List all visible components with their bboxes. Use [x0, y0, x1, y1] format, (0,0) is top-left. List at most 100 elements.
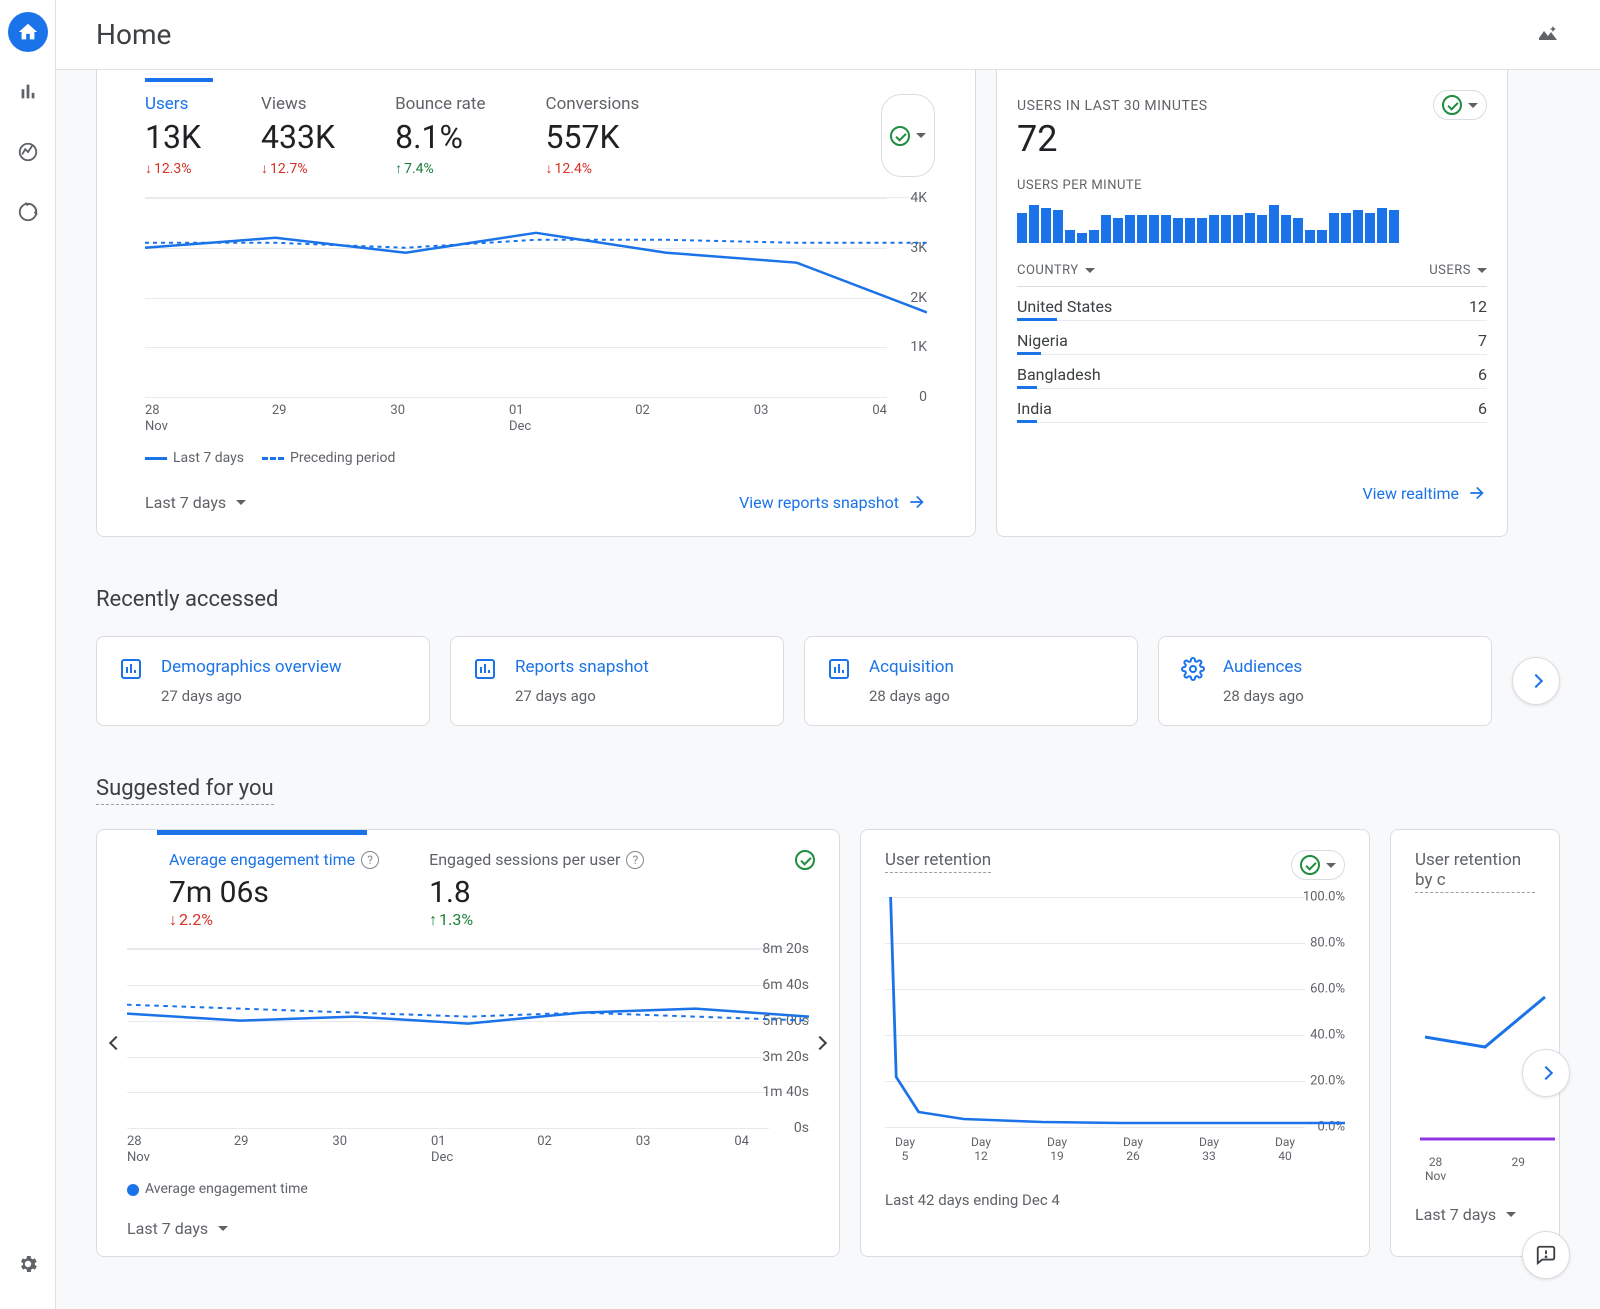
realtime-row[interactable]: Nigeria7 — [1017, 321, 1487, 355]
spark-bar — [1377, 208, 1387, 243]
retention2-chart — [1415, 917, 1535, 1147]
next-metric-button[interactable] — [815, 1038, 825, 1048]
spark-bar — [1281, 215, 1291, 243]
spark-bar — [1101, 215, 1111, 243]
spark-bar — [1053, 210, 1063, 243]
overview-x-axis: 28Nov 29 30 01Dec 02 03 04 — [145, 403, 927, 434]
realtime-title: USERS IN LAST 30 MINUTES — [1017, 98, 1208, 114]
overview-legend: Last 7 days Preceding period — [145, 450, 927, 466]
realtime-row[interactable]: United States12 — [1017, 287, 1487, 321]
realtime-row[interactable]: Bangladesh6 — [1017, 355, 1487, 389]
retention-footer: Last 42 days ending Dec 4 — [885, 1191, 1345, 1209]
feedback-icon — [1535, 1244, 1557, 1266]
check-icon — [890, 126, 910, 146]
caret-down-icon — [1085, 268, 1095, 273]
metric-bounce[interactable]: Bounce rate 8.1% ↑7.4% — [395, 94, 485, 177]
insights-button[interactable] — [1536, 21, 1560, 49]
insights-icon — [1536, 21, 1560, 45]
realtime-row[interactable]: India6 — [1017, 389, 1487, 423]
date-range-selector[interactable]: Last 7 days — [127, 1219, 228, 1238]
caret-down-icon — [236, 500, 246, 505]
bar-chart-icon — [17, 81, 39, 103]
recent-card[interactable]: Audiences28 days ago — [1158, 636, 1492, 726]
next-suggestion-button[interactable] — [1522, 1049, 1570, 1097]
arrow-right-icon — [907, 492, 927, 512]
caret-down-icon — [916, 133, 926, 138]
spark-bar — [1149, 215, 1159, 243]
nav-home[interactable] — [8, 12, 48, 52]
retention-chart: 100.0% 80.0% 60.0% 40.0% 20.0% 0.0% — [885, 897, 1345, 1127]
page-title: Home — [96, 18, 171, 51]
metric-conversions[interactable]: Conversions 557K ↓12.4% — [546, 94, 640, 177]
caret-down-icon — [1468, 103, 1478, 108]
realtime-card: USERS IN LAST 30 MINUTES 72 USERS PER MI… — [996, 70, 1508, 537]
card-status-menu[interactable] — [881, 94, 935, 177]
spark-bar — [1341, 213, 1351, 243]
bar-chart-icon — [827, 657, 851, 681]
spark-bar — [1089, 230, 1099, 243]
spark-bar — [1185, 218, 1195, 243]
spark-bar — [1065, 230, 1075, 243]
spark-bar — [1029, 205, 1039, 243]
retention-by-cohort-card: User retention by c 28Nov 29 Last 7 da — [1390, 829, 1560, 1257]
caret-down-icon — [1326, 863, 1336, 868]
view-realtime-link[interactable]: View realtime — [1017, 483, 1487, 503]
spark-bar — [1125, 215, 1135, 243]
bar-chart-icon — [119, 657, 143, 681]
recent-card[interactable]: Acquisition28 days ago — [804, 636, 1138, 726]
active-tab-indicator — [145, 78, 213, 82]
realtime-subtitle: USERS PER MINUTE — [1017, 178, 1487, 193]
spark-bar — [1041, 208, 1051, 243]
spark-bar — [1389, 210, 1399, 243]
spark-bar — [1113, 218, 1123, 243]
caret-down-icon — [218, 1226, 228, 1231]
users-sort[interactable]: USERS — [1429, 263, 1487, 278]
check-icon — [795, 850, 815, 870]
nav-advertising[interactable] — [8, 192, 48, 232]
metric-avg-engagement[interactable]: Average engagement time? 7m 06s ↓2.2% — [169, 850, 379, 930]
spark-bar — [1293, 218, 1303, 243]
metric-users[interactable]: Users 13K ↓12.3% — [145, 94, 201, 177]
metric-views[interactable]: Views 433K ↓12.7% — [261, 94, 335, 177]
prev-metric-button[interactable] — [111, 1038, 121, 1048]
realtime-status-menu[interactable] — [1433, 90, 1487, 120]
nav-reports[interactable] — [8, 72, 48, 112]
check-icon — [1300, 855, 1320, 875]
retention-status-menu[interactable] — [1291, 850, 1345, 880]
spark-bar — [1245, 213, 1255, 243]
chevron-right-icon — [1529, 674, 1543, 688]
nav-settings[interactable] — [17, 1253, 39, 1279]
spark-bar — [1305, 230, 1315, 243]
view-reports-snapshot-link[interactable]: View reports snapshot — [739, 492, 927, 512]
recent-card[interactable]: Demographics overview27 days ago — [96, 636, 430, 726]
retention-card: User retention 100.0% 80.0% 60.0% 40.0% … — [860, 829, 1370, 1257]
bar-chart-icon — [473, 657, 497, 681]
country-sort[interactable]: COUNTRY — [1017, 263, 1095, 278]
spark-bar — [1197, 218, 1207, 243]
engagement-chart: 8m 20s 6m 40s 5m 00s 3m 20s 1m 40s 0s — [127, 948, 809, 1128]
date-range-selector[interactable]: Last 7 days — [1415, 1205, 1516, 1224]
recent-next-button[interactable] — [1512, 657, 1560, 705]
recently-accessed-heading: Recently accessed — [96, 587, 1560, 612]
users-per-minute-chart — [1017, 203, 1487, 243]
engagement-card: Average engagement time? 7m 06s ↓2.2% En… — [96, 829, 840, 1257]
active-tab-indicator — [157, 830, 367, 835]
help-icon[interactable]: ? — [626, 851, 644, 869]
spark-bar — [1209, 215, 1219, 243]
arrow-right-icon — [1467, 483, 1487, 503]
date-range-selector[interactable]: Last 7 days — [145, 493, 246, 512]
spark-bar — [1137, 215, 1147, 243]
spark-bar — [1365, 213, 1375, 243]
spark-bar — [1233, 215, 1243, 243]
realtime-value: 72 — [1017, 118, 1208, 160]
metric-engaged-sessions[interactable]: Engaged sessions per user? 1.8 ↑1.3% — [429, 850, 644, 930]
spark-bar — [1269, 205, 1279, 243]
recent-card[interactable]: Reports snapshot27 days ago — [450, 636, 784, 726]
feedback-button[interactable] — [1522, 1231, 1570, 1279]
overview-chart: 4K 3K 2K 1K 0 — [145, 197, 927, 397]
help-icon[interactable]: ? — [361, 851, 379, 869]
sidebar — [0, 0, 56, 1309]
suggested-heading: Suggested for you — [96, 776, 274, 805]
nav-explore[interactable] — [8, 132, 48, 172]
caret-down-icon — [1477, 268, 1487, 273]
